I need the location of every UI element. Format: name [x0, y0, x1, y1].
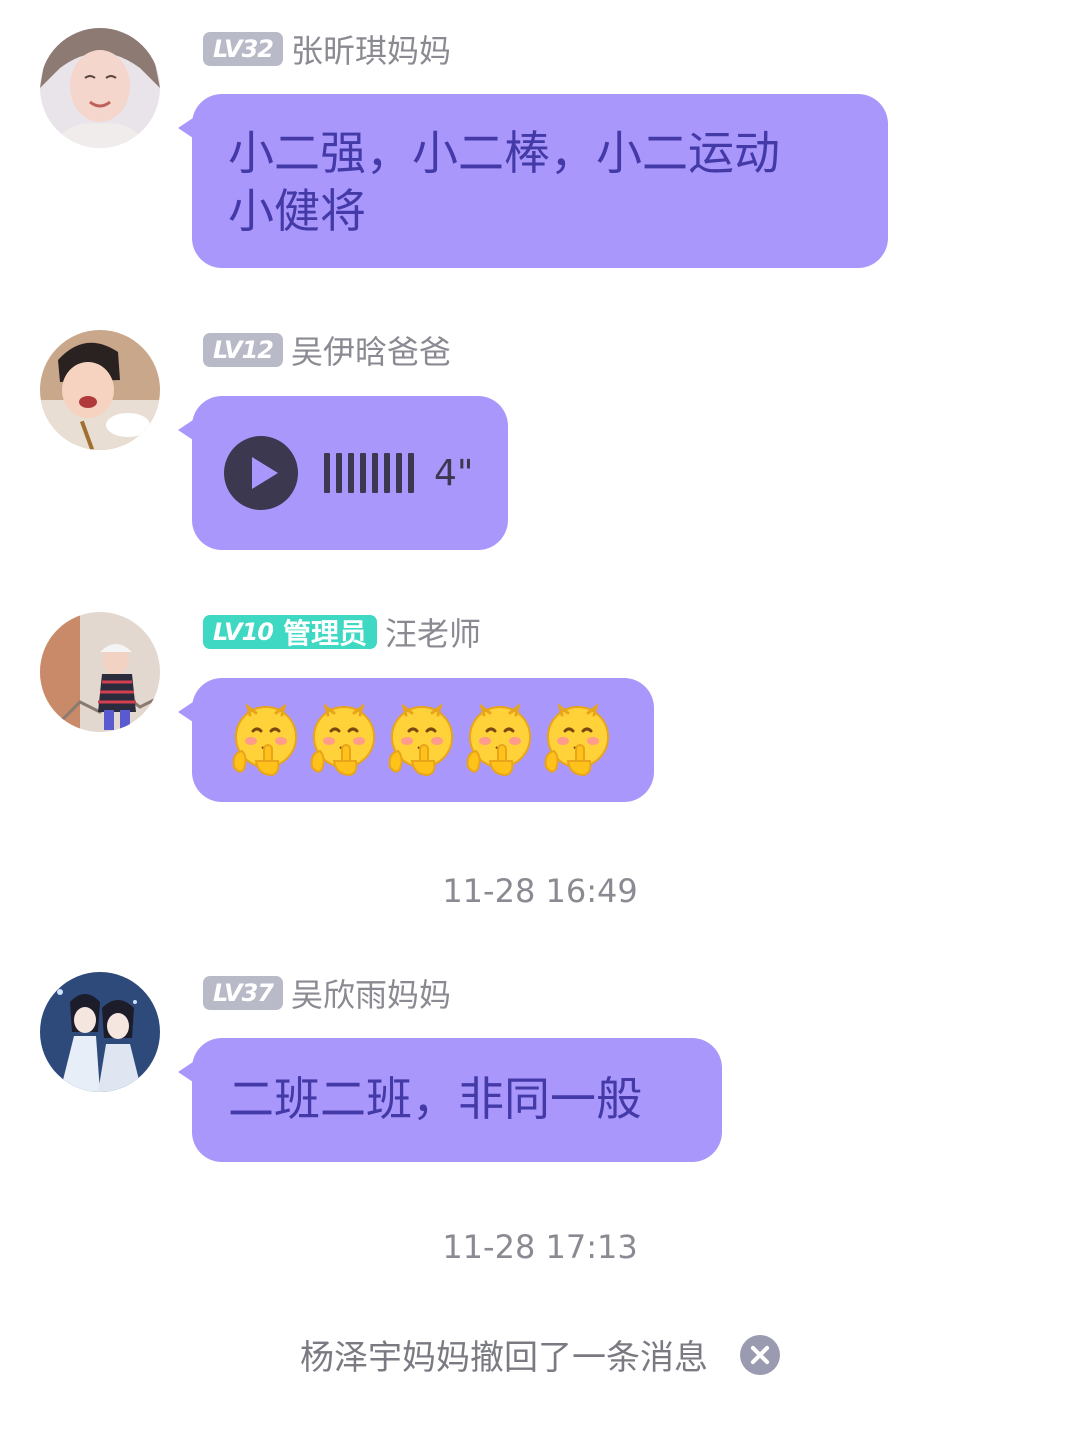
sender-name[interactable]: 吴伊晗爸爸 [291, 327, 451, 373]
level-badge: LV32 [203, 32, 283, 66]
sender-name[interactable]: 吴欣雨妈妈 [291, 970, 451, 1016]
emoji-message-bubble[interactable] [178, 678, 654, 802]
level-badge: LV37 [203, 976, 283, 1010]
sender-meta: LV10 管理员 汪老师 [203, 613, 481, 653]
avatar[interactable] [40, 28, 160, 148]
admin-level-badge: LV10 管理员 [203, 615, 377, 650]
message-timestamp: 11-28 16:49 [442, 872, 638, 910]
avatar[interactable] [40, 612, 160, 732]
recall-notice: 杨泽宇妈妈撤回了一条消息 [300, 1330, 780, 1379]
avatar[interactable] [40, 330, 160, 450]
woman-portrait-avatar [40, 28, 160, 148]
shush-face-emoji [388, 703, 453, 777]
shush-face-emoji [466, 703, 531, 777]
level-badge: LV12 [203, 333, 283, 367]
close-icon[interactable] [740, 1334, 780, 1375]
message-text: 二班二班，非同一般 [228, 1072, 642, 1126]
voice-message-bubble[interactable]: 4" [178, 396, 508, 550]
shush-face-emoji [310, 703, 375, 777]
sender-meta: LV32 张昕琪妈妈 [203, 30, 451, 70]
message-timestamp: 11-28 17:13 [442, 1228, 638, 1266]
recall-text: 杨泽宇妈妈撤回了一条消息 [300, 1338, 708, 1378]
sender-meta: LV12 吴伊晗爸爸 [203, 331, 451, 371]
shush-face-emoji [544, 703, 609, 777]
shush-face-emoji [232, 703, 297, 777]
voice-duration: 4" [434, 452, 474, 494]
avatar[interactable] [40, 972, 160, 1092]
admin-role-label: 管理员 [282, 617, 367, 650]
girl-on-stairs-avatar [40, 612, 160, 732]
message-bubble[interactable]: 二班二班，非同一般 [178, 1038, 722, 1162]
sender-name[interactable]: 张昕琪妈妈 [291, 26, 451, 72]
sender-name[interactable]: 汪老师 [385, 609, 481, 655]
emoji-row [192, 678, 654, 802]
message-text: 小二强，小二棒，小二运动 小健将 [228, 126, 780, 238]
waveform-icon [324, 453, 420, 493]
play-icon[interactable] [224, 436, 298, 510]
child-eating-avatar [40, 330, 160, 450]
message-bubble[interactable]: 小二强，小二棒，小二运动 小健将 [178, 94, 888, 268]
illustration-two-figures-avatar [40, 972, 160, 1092]
sender-meta: LV37 吴欣雨妈妈 [203, 974, 451, 1014]
